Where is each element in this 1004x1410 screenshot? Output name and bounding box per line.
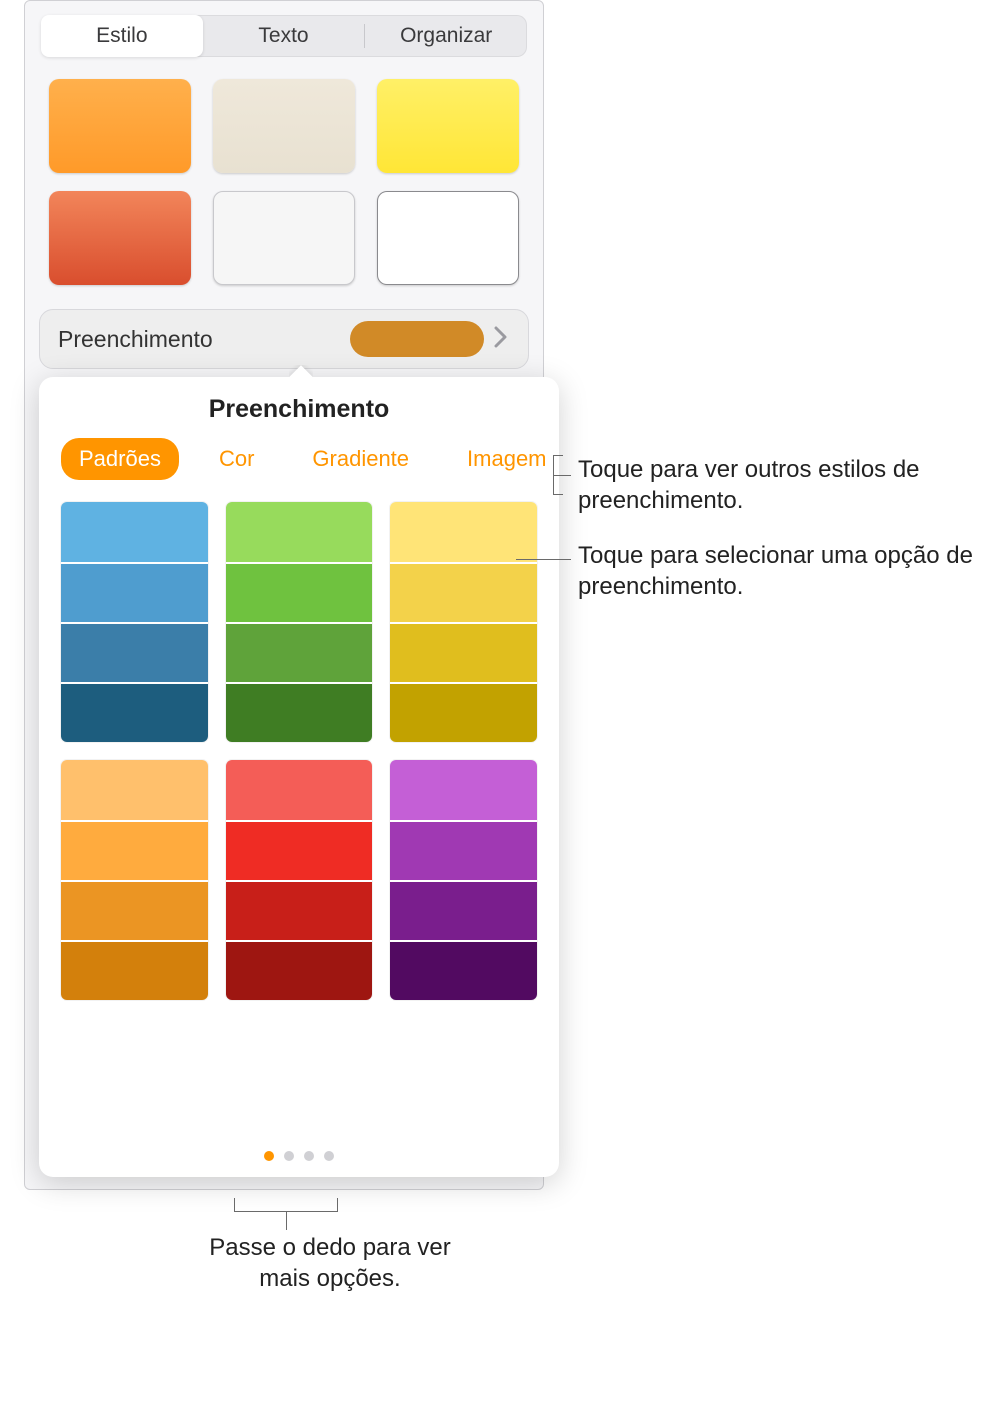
fill-tab-color-label: Cor [219,446,254,471]
page-dot[interactable] [324,1151,334,1161]
callout-bracket [234,1198,338,1212]
fill-tab-color[interactable]: Cor [201,438,272,480]
fill-preset-swatch[interactable] [226,562,373,622]
fill-preset-swatch[interactable] [226,940,373,1000]
shape-style-swatch[interactable] [213,191,355,285]
fill-preset-swatch[interactable] [226,502,373,562]
fill-preset-swatch[interactable] [61,502,208,562]
shape-style-swatch[interactable] [377,191,519,285]
fill-preset-swatch[interactable] [61,622,208,682]
fill-tab-presets[interactable]: Padrões [61,438,179,480]
fill-tab-presets-label: Padrões [79,446,161,471]
fill-tab-gradient[interactable]: Gradiente [294,438,427,480]
fill-current-swatch[interactable] [350,321,484,357]
fill-preset-group [390,502,537,742]
fill-preset-swatch[interactable] [61,760,208,820]
fill-preset-group [390,760,537,1000]
callout-line [286,1212,287,1230]
shape-style-swatch[interactable] [49,191,191,285]
fill-preset-swatch[interactable] [226,622,373,682]
format-panel: Estilo Texto Organizar Preenchimento Pre… [24,0,544,1190]
callout-line [553,475,571,476]
fill-preset-swatch[interactable] [390,622,537,682]
fill-preset-swatch[interactable] [226,760,373,820]
fill-tab-image-label: Imagem [467,446,546,471]
chevron-right-icon[interactable] [484,323,518,355]
format-tabs: Estilo Texto Organizar [41,15,527,57]
popover-title: Preenchimento [39,377,559,438]
fill-preset-group [226,760,373,1000]
fill-preset-group [61,502,208,742]
callout-line [516,559,571,560]
callout-tabs-tip: Toque para ver outros estilos de preench… [578,454,978,516]
fill-tab-gradient-label: Gradiente [312,446,409,471]
callout-swatch-tip: Toque para selecionar uma opção de preen… [578,540,998,602]
tab-arrange[interactable]: Organizar [365,15,527,57]
fill-preset-grid [39,494,559,1000]
tab-style-label: Estilo [96,24,147,48]
callout-swipe-tip: Passe o dedo para ver mais opções. [200,1232,460,1294]
fill-preset-swatch[interactable] [61,562,208,622]
tab-text-label: Texto [258,24,308,48]
fill-type-tabs: Padrões Cor Gradiente Imagem [39,438,559,494]
page-dot[interactable] [264,1151,274,1161]
tab-style[interactable]: Estilo [41,15,203,57]
page-indicator[interactable] [39,1151,559,1161]
popover-caret [289,365,313,377]
shape-style-swatch[interactable] [377,79,519,173]
fill-preset-swatch[interactable] [226,682,373,742]
fill-preset-swatch[interactable] [61,880,208,940]
fill-preset-group [226,502,373,742]
shape-style-swatch[interactable] [49,79,191,173]
fill-preset-swatch[interactable] [390,940,537,1000]
fill-row-label: Preenchimento [58,326,350,353]
fill-preset-swatch[interactable] [61,820,208,880]
fill-preset-swatch[interactable] [390,562,537,622]
fill-preset-swatch[interactable] [390,820,537,880]
tab-arrange-label: Organizar [400,24,492,48]
fill-preset-swatch[interactable] [390,682,537,742]
fill-preset-swatch[interactable] [226,880,373,940]
fill-preset-swatch[interactable] [390,880,537,940]
fill-preset-swatch[interactable] [390,760,537,820]
fill-preset-swatch[interactable] [61,682,208,742]
shape-style-swatch[interactable] [213,79,355,173]
fill-tab-image[interactable]: Imagem [449,438,564,480]
tab-text[interactable]: Texto [203,15,365,57]
fill-preset-swatch[interactable] [61,940,208,1000]
page-dot[interactable] [284,1151,294,1161]
fill-popover: Preenchimento Padrões Cor Gradiente Imag… [39,377,559,1177]
fill-preset-group [61,760,208,1000]
fill-row[interactable]: Preenchimento [39,309,529,369]
shape-style-grid [25,57,543,303]
fill-preset-swatch[interactable] [390,502,537,562]
fill-preset-swatch[interactable] [226,820,373,880]
page-dot[interactable] [304,1151,314,1161]
